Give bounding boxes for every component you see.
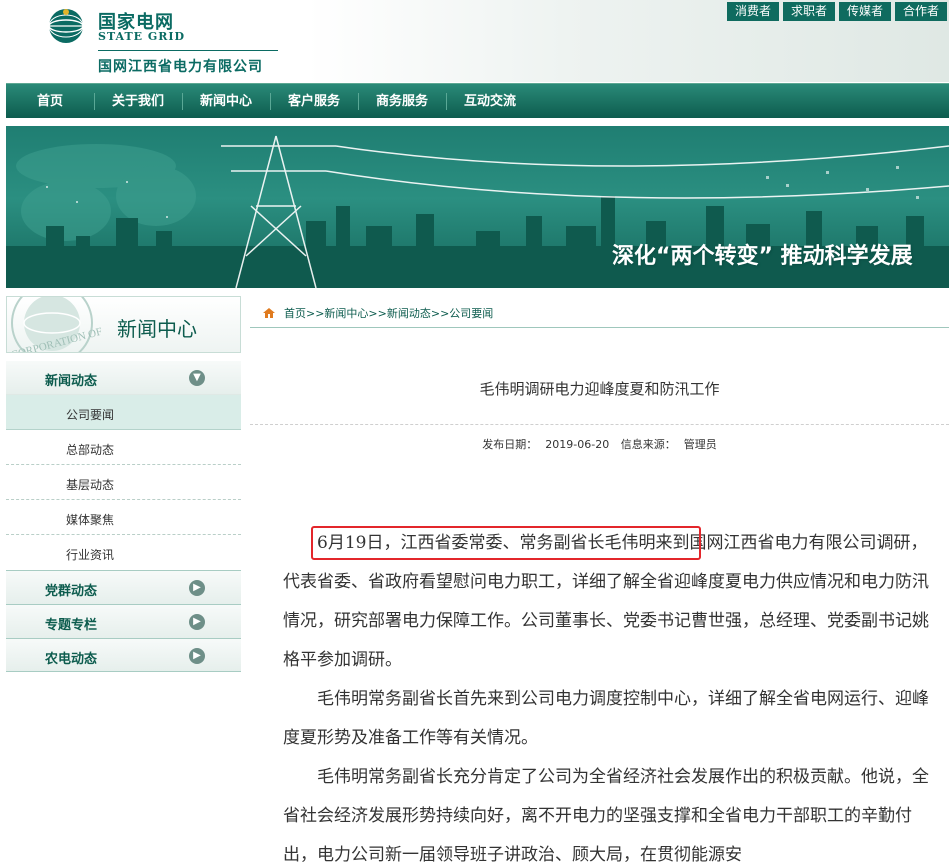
source-label: 信息来源： xyxy=(620,438,676,451)
sidebar-section-news[interactable]: 新闻动态 ▼ xyxy=(6,361,241,395)
breadcrumb: 首页>>新闻中心>>新闻动态>>公司要闻 xyxy=(262,305,493,321)
corporation-seal-icon: CORPORATION OF xyxy=(10,297,104,352)
sidebar-item-grassroots-news[interactable]: 基层动态 xyxy=(6,465,241,500)
chevron-down-icon[interactable]: ▼ xyxy=(189,370,205,386)
logo-english-name: STATE GRID xyxy=(98,30,186,43)
banner-slogan: 深化“两个转变” 推动科学发展 xyxy=(612,244,913,269)
sidebar-item-label: 总部动态 xyxy=(66,443,115,457)
site-header: 国家电网 STATE GRID 国网江西省电力有限公司 消费者 求职者 传媒者 … xyxy=(0,0,949,82)
sidebar-item-label: 媒体聚焦 xyxy=(66,513,115,527)
sidebar-section-label: 新闻动态 xyxy=(45,374,98,389)
article-paragraph: 毛伟明常务副省长充分肯定了公司为全省经济社会发展作出的积极贡献。他说，全省社会经… xyxy=(283,767,929,862)
sidebar-item-media-focus[interactable]: 媒体聚焦 xyxy=(6,500,241,535)
sidebar-header: CORPORATION OF 新闻中心 xyxy=(6,296,241,353)
sidebar-item-label: 行业资讯 xyxy=(66,548,115,562)
publish-date: 2019-06-20 xyxy=(545,438,610,451)
link-partner[interactable]: 合作者 xyxy=(894,2,947,21)
date-label: 发布日期： xyxy=(482,438,538,451)
state-grid-logo-icon[interactable] xyxy=(44,7,88,45)
sidebar-section-party[interactable]: 党群动态 ▶ xyxy=(6,570,241,604)
title-divider xyxy=(250,424,949,425)
nav-business[interactable]: 商务服务 xyxy=(358,84,446,118)
chevron-right-icon[interactable]: ▶ xyxy=(189,614,205,630)
sidebar-section-rural[interactable]: 农电动态 ▶ xyxy=(6,638,241,672)
link-consumer[interactable]: 消费者 xyxy=(726,2,779,21)
nav-home[interactable]: 首页 xyxy=(6,84,94,118)
banner: 深化“两个转变” 推动科学发展 xyxy=(6,126,949,288)
sidebar-item-industry-info[interactable]: 行业资讯 xyxy=(6,535,241,570)
article-title: 毛伟明调研电力迎峰度夏和防汛工作 xyxy=(479,380,720,398)
sidebar-title: 新闻中心 xyxy=(117,317,197,341)
nav-interaction[interactable]: 互动交流 xyxy=(446,84,534,118)
article-paragraph: 毛伟明常务副省长首先来到公司电力调度控制中心，详细了解全省电网运行、迎峰度夏形势… xyxy=(283,689,929,748)
breadcrumb-divider xyxy=(250,327,949,328)
logo-divider xyxy=(98,50,278,51)
article-source: 管理员 xyxy=(683,438,717,451)
sidebar-item-company-news[interactable]: 公司要闻 xyxy=(6,395,241,430)
chevron-right-icon[interactable]: ▶ xyxy=(189,580,205,596)
company-name: 国网江西省电力有限公司 xyxy=(98,59,263,75)
highlight-box xyxy=(311,526,701,560)
article-meta: 发布日期： 2019-06-20 信息来源： 管理员 xyxy=(250,436,949,452)
sidebar-section-special[interactable]: 专题专栏 ▶ xyxy=(6,604,241,638)
audience-links: 消费者 求职者 传媒者 合作者 xyxy=(726,2,947,21)
sidebar-item-label: 公司要闻 xyxy=(66,408,115,422)
nav-news[interactable]: 新闻中心 xyxy=(182,84,270,118)
nav-customer-service[interactable]: 客户服务 xyxy=(270,84,358,118)
link-job-seeker[interactable]: 求职者 xyxy=(782,2,835,21)
sidebar-section-label: 党群动态 xyxy=(45,584,98,599)
chevron-right-icon[interactable]: ▶ xyxy=(189,648,205,664)
link-media[interactable]: 传媒者 xyxy=(838,2,891,21)
sidebar-section-label: 专题专栏 xyxy=(45,618,98,633)
breadcrumb-path[interactable]: 首页>>新闻中心>>新闻动态>>公司要闻 xyxy=(284,305,493,321)
nav-about[interactable]: 关于我们 xyxy=(94,84,182,118)
sidebar: CORPORATION OF 新闻中心 新闻动态 ▼ 公司要闻 总部动态 基层动… xyxy=(6,296,241,672)
main-nav: 首页 关于我们 新闻中心 客户服务 商务服务 互动交流 xyxy=(6,83,949,118)
home-icon[interactable] xyxy=(262,307,276,319)
sidebar-item-label: 基层动态 xyxy=(66,478,115,492)
sidebar-item-hq-news[interactable]: 总部动态 xyxy=(6,430,241,465)
article-body: 6月19日，江西省委常委、常务副省长毛伟明来到国网江西省电力有限公司调研，代表省… xyxy=(283,524,937,862)
sidebar-section-label: 农电动态 xyxy=(45,652,98,667)
